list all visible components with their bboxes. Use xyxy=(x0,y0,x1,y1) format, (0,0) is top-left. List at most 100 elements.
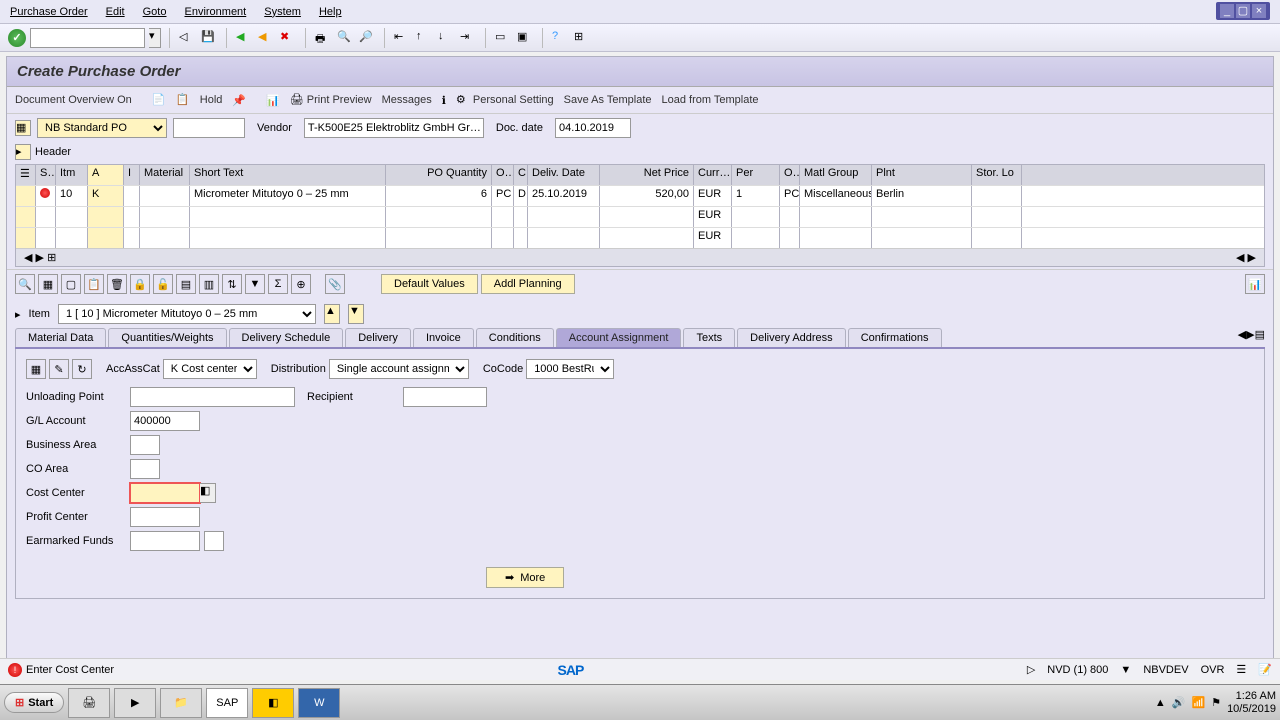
taskbar-printer-icon[interactable]: 🖨 xyxy=(68,688,110,718)
tab-conditions[interactable]: Conditions xyxy=(476,328,554,347)
vendor-input[interactable] xyxy=(304,118,484,138)
personal-setting-button[interactable]: Personal Setting xyxy=(473,94,554,106)
tab-scroll-left-icon[interactable]: ◀ xyxy=(1238,328,1246,347)
load-template-button[interactable]: Load from Template xyxy=(662,94,759,106)
next-item-icon[interactable]: ▼ xyxy=(348,304,364,324)
tray-network-icon[interactable]: 📶 xyxy=(1191,696,1205,709)
tab-confirmations[interactable]: Confirmations xyxy=(848,328,942,347)
table-view-icon[interactable]: ▦ xyxy=(26,359,46,379)
sort-icon[interactable]: ⇅ xyxy=(222,274,242,294)
menu-purchase-order[interactable]: Purchase Order xyxy=(10,6,88,18)
tray-up-icon[interactable]: ▲ xyxy=(1155,697,1166,709)
co-area-input[interactable] xyxy=(130,459,160,479)
taskbar-word-icon[interactable]: W xyxy=(298,688,340,718)
more-button[interactable]: ➡ More xyxy=(486,567,564,588)
unlock-icon[interactable]: 🔓 xyxy=(153,274,173,294)
command-dropdown-icon[interactable]: ▾ xyxy=(149,28,161,48)
deselect-icon[interactable]: ▢ xyxy=(61,274,81,294)
scroll-right2-icon[interactable]: ▶ xyxy=(1248,252,1256,264)
save-icon[interactable]: 💾 xyxy=(200,29,218,47)
item-selector[interactable]: 1 [ 10 ] Micrometer Mitutoyo 0 – 25 mm xyxy=(58,304,316,324)
messages-button[interactable]: Messages xyxy=(382,94,432,106)
taskbar-sap-icon[interactable]: SAP xyxy=(206,688,248,718)
profit-center-input[interactable] xyxy=(130,507,200,527)
select-all-icon[interactable]: ▦ xyxy=(38,274,58,294)
tab-invoice[interactable]: Invoice xyxy=(413,328,474,347)
help-icon[interactable]: ? xyxy=(551,29,569,47)
print-preview-button[interactable]: Print Preview xyxy=(307,94,372,106)
restore-icon[interactable]: ▢ xyxy=(1236,4,1250,18)
tab-material-data[interactable]: Material Data xyxy=(15,328,106,347)
save-template-button[interactable]: Save As Template xyxy=(564,94,652,106)
subtotal-icon[interactable]: ⊕ xyxy=(291,274,311,294)
cancel-icon[interactable]: ✖ xyxy=(279,29,297,47)
script-icon[interactable]: 📝 xyxy=(1258,663,1272,676)
accasscat-select[interactable]: K Cost center xyxy=(163,359,257,379)
menu-goto[interactable]: Goto xyxy=(143,6,167,18)
other-po-icon[interactable]: 📋 xyxy=(176,93,190,107)
filter-icon[interactable]: ▼ xyxy=(245,274,265,294)
cost-center-input[interactable] xyxy=(130,483,200,503)
table-row[interactable]: EUR xyxy=(16,206,1264,227)
collapse-all-icon[interactable]: ▥ xyxy=(199,274,219,294)
first-page-icon[interactable]: ⇤ xyxy=(393,29,411,47)
default-values-button[interactable]: Default Values xyxy=(381,274,478,294)
tab-account-assignment[interactable]: Account Assignment xyxy=(556,328,682,347)
find-icon[interactable]: 🔍 xyxy=(336,29,354,47)
taskbar-powershell-icon[interactable]: ▶ xyxy=(114,688,156,718)
next-page-icon[interactable]: ↓ xyxy=(437,29,455,47)
session-info[interactable]: NVD (1) 800 xyxy=(1047,664,1108,676)
collapse-item-icon[interactable]: ▸ xyxy=(15,308,21,321)
recipient-input[interactable] xyxy=(403,387,487,407)
scroll-left2-icon[interactable]: ◀ xyxy=(1236,252,1244,264)
shortcut-icon[interactable]: ▣ xyxy=(516,29,534,47)
check-icon[interactable]: 📊 xyxy=(266,94,280,107)
tray-flag-icon[interactable]: ⚑ xyxy=(1211,696,1221,709)
start-button[interactable]: ⊞ Start xyxy=(4,692,64,713)
last-page-icon[interactable]: ⇥ xyxy=(459,29,477,47)
copy-icon[interactable]: 📋 xyxy=(84,274,104,294)
taskbar-explorer-icon[interactable]: 📁 xyxy=(160,688,202,718)
create-icon[interactable]: 📄 xyxy=(152,93,166,107)
info-icon[interactable]: ℹ xyxy=(442,94,446,107)
tab-delivery[interactable]: Delivery xyxy=(345,328,411,347)
expand-icon[interactable]: ▤ xyxy=(176,274,196,294)
taskbar-sapgui-icon[interactable]: ◧ xyxy=(252,688,294,718)
layout-icon[interactable]: ⊞ xyxy=(573,29,591,47)
tab-list-icon[interactable]: ▤ xyxy=(1255,328,1265,347)
new-session-icon[interactable]: ▭ xyxy=(494,29,512,47)
hold-button[interactable]: Hold xyxy=(200,94,223,106)
prev-page-icon[interactable]: ↑ xyxy=(415,29,433,47)
col-config[interactable]: ☰ xyxy=(16,165,36,185)
menu-system[interactable]: System xyxy=(264,6,301,18)
repeat-icon[interactable]: ↻ xyxy=(72,359,92,379)
tray-volume-icon[interactable]: 🔊 xyxy=(1172,696,1186,709)
sum-icon[interactable]: Σ xyxy=(268,274,288,294)
close-icon[interactable]: × xyxy=(1252,4,1266,18)
layout-menu-icon[interactable]: ☰ xyxy=(1236,663,1246,676)
find-next-icon[interactable]: 🔎 xyxy=(358,29,376,47)
tab-scroll-right-icon[interactable]: ▶ xyxy=(1246,328,1254,347)
tab-delivery-schedule[interactable]: Delivery Schedule xyxy=(229,328,344,347)
docdate-input[interactable] xyxy=(555,118,631,138)
expand-header-icon[interactable]: ▸ xyxy=(15,144,31,160)
po-number-input[interactable] xyxy=(173,118,245,138)
command-field[interactable] xyxy=(30,28,145,48)
tab-delivery-address[interactable]: Delivery Address xyxy=(737,328,846,347)
tab-texts[interactable]: Texts xyxy=(683,328,735,347)
collapse-icon[interactable]: ▦ xyxy=(15,120,31,136)
doc-overview-button[interactable]: Document Overview On xyxy=(15,94,132,106)
system-clock[interactable]: 1:26 AM 10/5/2019 xyxy=(1227,690,1276,714)
addl-planning-button[interactable]: Addl Planning xyxy=(481,274,575,294)
cocode-select[interactable]: 1000 BestRu… xyxy=(526,359,614,379)
services-icon[interactable]: 📊 xyxy=(1245,274,1265,294)
scroll-right-icon[interactable]: ▶ xyxy=(36,252,44,264)
detail-icon[interactable]: 🔍 xyxy=(15,274,35,294)
search-help-icon[interactable]: ◧ xyxy=(200,483,216,503)
unloading-point-input[interactable] xyxy=(130,387,295,407)
back2-icon[interactable]: ◀ xyxy=(235,29,253,47)
delete-icon[interactable]: 🗑 xyxy=(107,274,127,294)
table-row[interactable]: EUR xyxy=(16,227,1264,248)
back-icon[interactable]: ◁ xyxy=(178,29,196,47)
lock-icon[interactable]: 🔒 xyxy=(130,274,150,294)
